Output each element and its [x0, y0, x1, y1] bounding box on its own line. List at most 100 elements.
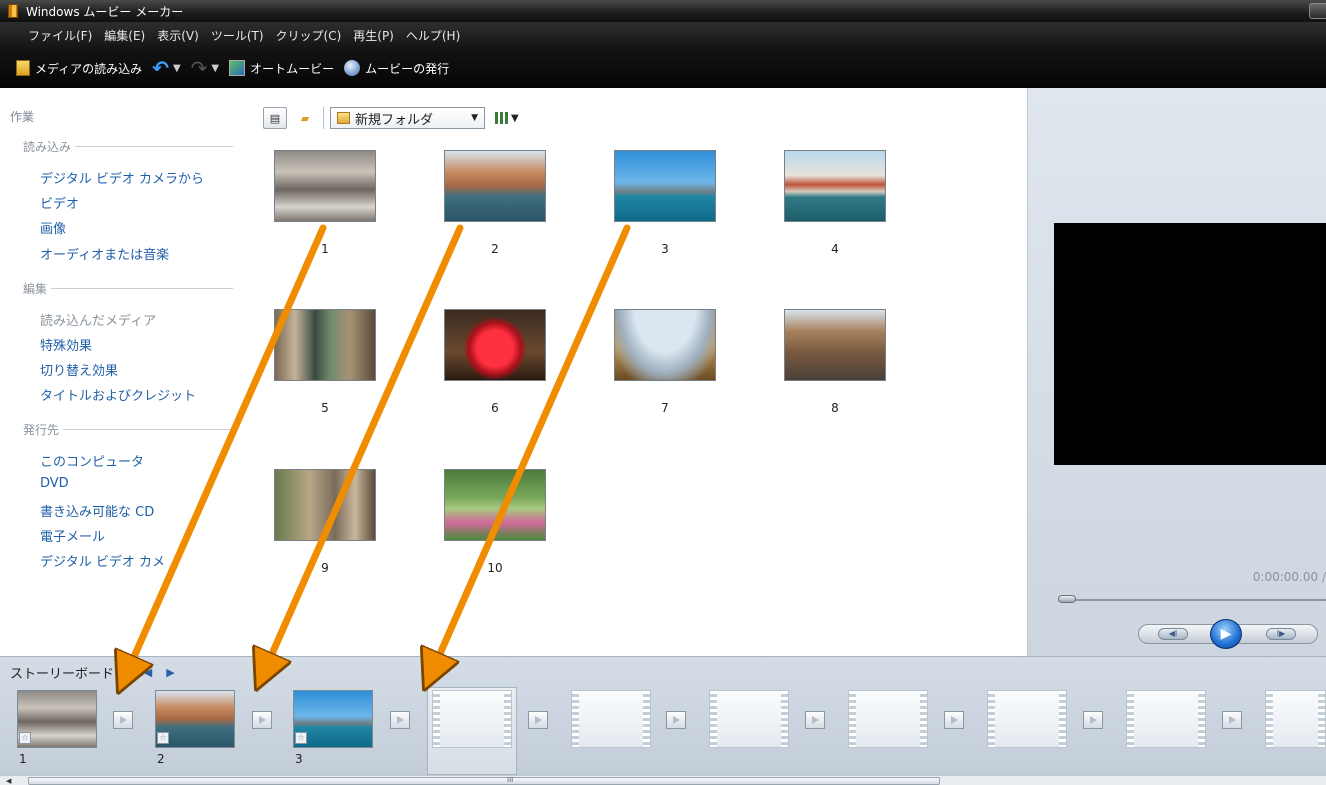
storyboard-item[interactable]: ☆ 3	[293, 690, 373, 766]
clip-label: 3	[661, 242, 669, 256]
task-transitions[interactable]: 切り替え効果	[40, 360, 118, 379]
publish-movie-button[interactable]: ムービーの発行	[344, 60, 449, 77]
media-clip[interactable]: 10	[444, 469, 546, 575]
task-import-audio[interactable]: オーディオまたは音楽	[40, 244, 169, 263]
menu-tools[interactable]: ツール(T)	[211, 27, 264, 44]
play-storyboard-icon[interactable]: ▶	[166, 666, 174, 679]
transition-slot[interactable]	[252, 711, 272, 729]
clip-label: 9	[321, 561, 329, 575]
menu-play[interactable]: 再生(P)	[353, 27, 394, 44]
rewind-storyboard-icon[interactable]: I◀	[140, 666, 152, 679]
task-imported-media[interactable]: 読み込んだメディア	[40, 310, 156, 329]
empty-storyboard-slot[interactable]	[571, 690, 651, 748]
empty-storyboard-slot[interactable]	[1126, 690, 1206, 748]
seek-slider-handle[interactable]	[1058, 595, 1076, 603]
storyboard-view-toggle[interactable]: ストーリーボード	[10, 663, 114, 682]
transition-slot[interactable]	[805, 711, 825, 729]
play-button[interactable]: ▶	[1210, 619, 1242, 649]
clip-label: 10	[487, 561, 503, 575]
task-import-pictures[interactable]: 画像	[40, 218, 66, 237]
video-effect-star-icon[interactable]: ☆	[157, 732, 169, 744]
redo-dropdown-icon[interactable]: ▼	[211, 63, 219, 74]
transition-slot[interactable]	[1222, 711, 1242, 729]
thumbnails-view-icon	[495, 112, 509, 124]
scroll-left-icon[interactable]: ◀	[6, 777, 11, 785]
tasks-pane: 作業 読み込み デジタル ビデオ カメラから ビデオ 画像 オーディオまたは音楽…	[0, 88, 255, 656]
clip-thumbnail[interactable]	[274, 309, 376, 381]
media-clip[interactable]: 4	[784, 150, 886, 256]
task-publish-dv-camera[interactable]: デジタル ビデオ カメ	[40, 551, 165, 570]
empty-storyboard-slot[interactable]	[1265, 690, 1326, 748]
task-import-video[interactable]: ビデオ	[40, 193, 79, 212]
menu-edit[interactable]: 編集(E)	[104, 27, 145, 44]
automovie-icon	[229, 60, 246, 76]
window-title: Windows ムービー メーカー	[26, 5, 184, 19]
storyboard-item-number: 1	[19, 752, 27, 766]
task-effects[interactable]: 特殊効果	[40, 335, 92, 354]
transition-slot[interactable]	[390, 711, 410, 729]
media-clip[interactable]: 1	[274, 150, 376, 256]
transition-slot[interactable]	[528, 711, 548, 729]
collection-pane: ▤ ▰ 新規フォルダ ▼ ▼ 1 2 3 4 5 6 7 8 9 10	[255, 88, 1027, 656]
media-clip[interactable]: 7	[614, 309, 716, 415]
window-control-button[interactable]	[1309, 3, 1326, 19]
clip-thumbnail[interactable]	[784, 150, 886, 222]
undo-dropdown-icon[interactable]: ▼	[173, 63, 181, 74]
empty-storyboard-slot[interactable]	[709, 690, 789, 748]
menu-view[interactable]: 表示(V)	[157, 27, 199, 44]
automovie-button[interactable]: オートムービー	[229, 60, 334, 77]
clip-thumbnail[interactable]	[784, 309, 886, 381]
media-clip[interactable]: 5	[274, 309, 376, 415]
section-edit-header: 編集	[23, 280, 233, 297]
empty-storyboard-slot[interactable]	[848, 690, 928, 748]
media-clip[interactable]: 2	[444, 150, 546, 256]
scrollbar-thumb[interactable]: III	[28, 776, 940, 785]
chevron-down-icon[interactable]: ▼	[118, 666, 126, 679]
task-publish-dvd[interactable]: DVD	[40, 476, 69, 491]
menu-clip[interactable]: クリップ(C)	[276, 27, 342, 44]
clip-thumbnail[interactable]	[614, 309, 716, 381]
task-publish-computer[interactable]: このコンピュータ	[40, 451, 144, 470]
task-publish-email[interactable]: 電子メール	[40, 526, 105, 545]
transition-slot[interactable]	[666, 711, 686, 729]
import-media-button[interactable]: メディアの読み込み	[16, 60, 142, 77]
view-options-button[interactable]: ▼	[495, 112, 519, 124]
storyboard-item[interactable]: ☆ 1	[17, 690, 97, 766]
next-frame-button[interactable]: I▶	[1266, 628, 1296, 640]
clip-thumbnail[interactable]	[444, 309, 546, 381]
menu-help[interactable]: ヘルプ(H)	[406, 27, 460, 44]
task-publish-cd[interactable]: 書き込み可能な CD	[40, 501, 154, 520]
seek-track[interactable]	[1058, 599, 1326, 601]
empty-storyboard-slot[interactable]	[987, 690, 1067, 748]
clip-thumbnail[interactable]	[274, 469, 376, 541]
clip-thumbnail[interactable]	[444, 469, 546, 541]
clip-thumbnail[interactable]	[614, 150, 716, 222]
transition-slot[interactable]	[944, 711, 964, 729]
tasks-pane-title: 作業	[10, 110, 35, 124]
media-clip[interactable]: 9	[274, 469, 376, 575]
video-effect-star-icon[interactable]: ☆	[295, 732, 307, 744]
clip-thumbnail[interactable]	[274, 150, 376, 222]
video-effect-star-icon[interactable]: ☆	[19, 732, 31, 744]
collection-folder-select[interactable]: 新規フォルダ ▼	[330, 107, 485, 129]
storyboard-item[interactable]: ☆ 2	[155, 690, 235, 766]
task-titles-credits[interactable]: タイトルおよびクレジット	[40, 385, 196, 404]
empty-storyboard-slot[interactable]	[432, 690, 512, 748]
storyboard-scrollbar[interactable]: ◀ III	[0, 775, 1326, 785]
redo-icon[interactable]: ↷	[191, 58, 208, 78]
undo-icon[interactable]: ↶	[152, 58, 169, 78]
previous-frame-button[interactable]: ◀I	[1158, 628, 1188, 640]
title-bar: Windows ムービー メーカー	[0, 0, 1326, 22]
parent-folder-button[interactable]: ▰	[293, 107, 317, 129]
transition-slot[interactable]	[113, 711, 133, 729]
clip-thumbnail[interactable]	[444, 150, 546, 222]
media-clip[interactable]: 3	[614, 150, 716, 256]
main-toolbar: メディアの読み込み ↶ ▼ ↷ ▼ オートムービー ムービーの発行	[0, 48, 1326, 88]
media-clip[interactable]: 6	[444, 309, 546, 415]
menu-file[interactable]: ファイル(F)	[28, 27, 92, 44]
clip-label: 2	[491, 242, 499, 256]
toggle-tasks-button[interactable]: ▤	[263, 107, 287, 129]
media-clip[interactable]: 8	[784, 309, 886, 415]
transition-slot[interactable]	[1083, 711, 1103, 729]
task-from-dv-camera[interactable]: デジタル ビデオ カメラから	[40, 168, 204, 187]
